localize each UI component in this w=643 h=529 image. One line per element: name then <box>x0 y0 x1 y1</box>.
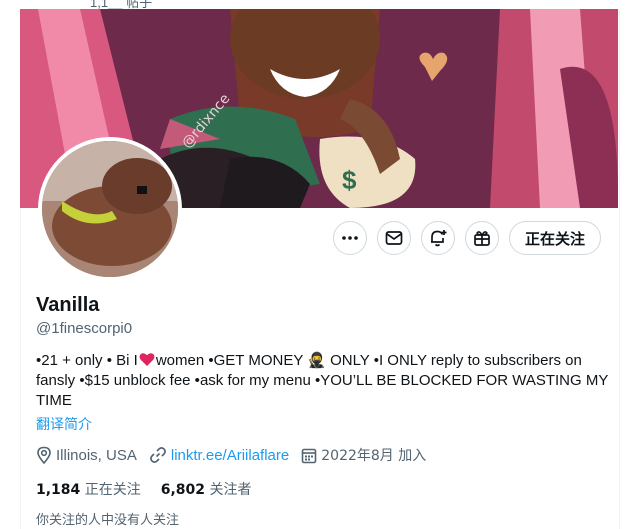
joined-item: 2022年8月 加入 <box>301 445 426 465</box>
more-button[interactable] <box>333 221 367 255</box>
svg-text:$: $ <box>342 165 357 195</box>
website-link[interactable]: linktr.ee/Ariilaflare <box>171 447 289 464</box>
following-stat[interactable]: 1,184 正在关注 <box>36 479 141 499</box>
following-label: 正在关注 <box>84 482 141 498</box>
bio-text-start: •21 + only • Bi I <box>36 352 138 369</box>
location-item: Illinois, USA <box>36 446 137 464</box>
calendar-icon <box>301 448 317 463</box>
more-icon <box>342 236 358 240</box>
location-icon <box>37 446 51 464</box>
gift-icon <box>474 231 490 246</box>
website-item[interactable]: linktr.ee/Ariilaflare <box>149 446 289 464</box>
link-icon <box>149 447 166 463</box>
profile-meta: Illinois, USA linktr.ee/Ariilaflare 2022… <box>36 445 438 465</box>
display-name: Vanilla <box>36 294 100 316</box>
profile-bio: •21 + only • Bi Iwomen •GET MONEY 🥷 ONLY… <box>36 351 611 411</box>
avatar[interactable] <box>38 137 182 281</box>
top-strip: 1,1__ 帖子 <box>0 0 643 10</box>
location-text: Illinois, USA <box>56 446 137 464</box>
followers-count: 6,802 <box>160 482 206 498</box>
mail-icon <box>385 231 403 245</box>
followers-label: 关注者 <box>209 482 252 498</box>
following-button[interactable]: 正在关注 <box>509 221 601 255</box>
user-handle: @1finescorpi0 <box>36 320 133 337</box>
notify-button[interactable] <box>421 221 455 255</box>
following-count: 1,184 <box>36 482 81 498</box>
subscribe-button[interactable] <box>465 221 499 255</box>
translate-bio-link[interactable]: 翻译简介 <box>36 414 92 434</box>
followers-stat[interactable]: 6,802 关注者 <box>161 479 252 499</box>
heart-icon <box>139 353 155 366</box>
message-button[interactable] <box>377 221 411 255</box>
bell-plus-icon <box>431 230 447 247</box>
avatar-image <box>42 141 178 277</box>
follow-stats: 1,184 正在关注 6,802 关注者 <box>36 479 272 499</box>
mutual-followers-text: 你关注的人中没有人关注 <box>36 513 180 528</box>
joined-text: 2022年8月 加入 <box>321 448 427 464</box>
